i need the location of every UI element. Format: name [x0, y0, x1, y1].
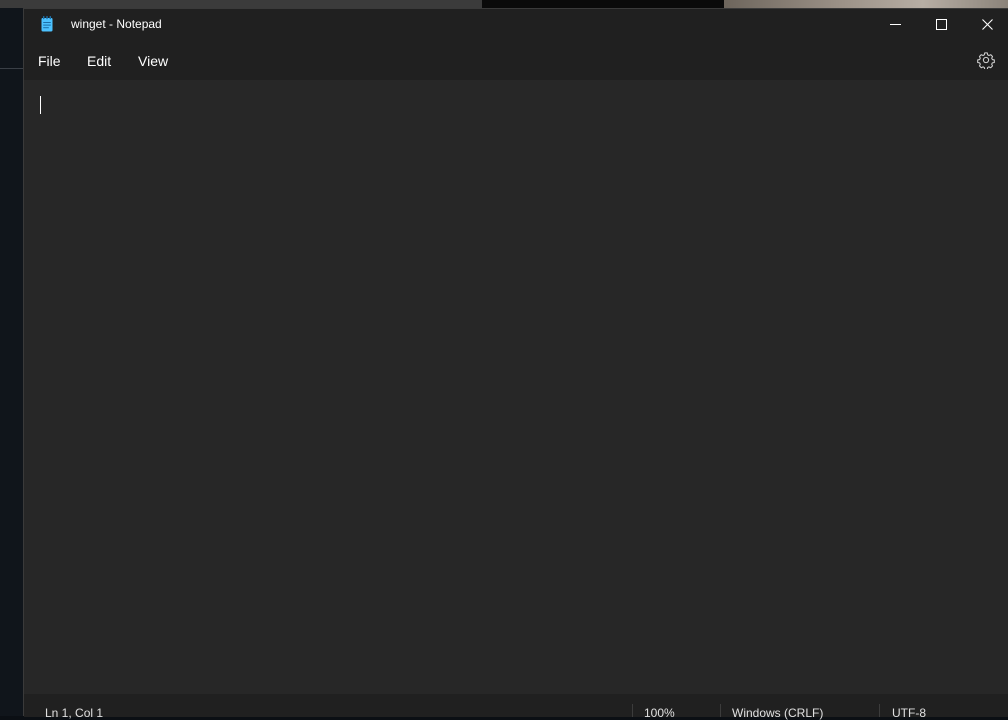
notepad-icon	[41, 16, 53, 32]
status-divider	[632, 704, 633, 717]
background-window-top	[0, 0, 482, 8]
menu-bar: File Edit View	[24, 40, 1008, 80]
status-divider	[879, 704, 880, 717]
title-bar[interactable]: winget - Notepad	[24, 9, 1008, 40]
background-window-left	[0, 0, 23, 716]
line-ending: Windows (CRLF)	[732, 706, 824, 720]
minimize-button[interactable]	[872, 9, 918, 40]
window-title: winget - Notepad	[71, 17, 162, 31]
maximize-icon	[935, 19, 947, 30]
status-bar: Ln 1, Col 1 100% Windows (CRLF) UTF-8	[24, 694, 1008, 720]
close-button[interactable]	[964, 9, 1008, 40]
zoom-level: 100%	[644, 706, 675, 720]
background-wallpaper-strip	[724, 0, 1008, 8]
notepad-window: winget - Notepad File Edit View Ln 1, Co…	[23, 8, 1008, 720]
menu-view[interactable]: View	[138, 50, 168, 72]
gear-icon[interactable]	[977, 51, 995, 71]
background-window-top-dark	[482, 0, 724, 8]
minimize-icon	[889, 19, 901, 30]
maximize-button[interactable]	[918, 9, 964, 40]
text-editor[interactable]	[24, 80, 1008, 694]
text-cursor	[40, 96, 41, 114]
menu-file[interactable]: File	[38, 50, 61, 72]
close-icon	[981, 19, 993, 30]
menu-edit[interactable]: Edit	[87, 50, 111, 72]
background-divider	[0, 68, 23, 69]
cursor-position: Ln 1, Col 1	[45, 706, 104, 720]
status-divider	[720, 704, 721, 717]
encoding: UTF-8	[892, 706, 926, 720]
